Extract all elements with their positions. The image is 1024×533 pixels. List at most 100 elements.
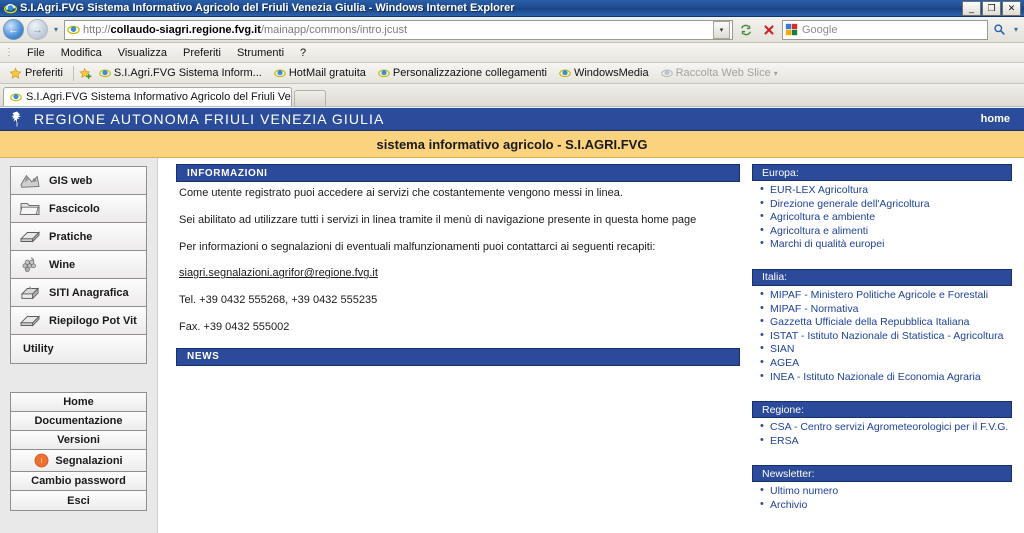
sidebar-action-label: Segnalazioni [55,454,123,467]
history-dropdown-icon[interactable]: ▾ [51,25,61,34]
address-dropdown-icon[interactable]: ▾ [713,20,730,39]
menu-item-visualizza[interactable]: Visualizza [111,46,174,60]
ie-logo-icon [4,2,17,15]
favorite-item[interactable]: Personalizzazione collegamenti [373,66,552,80]
list-item[interactable]: ERSA [760,434,1012,448]
search-placeholder: Google [802,23,838,36]
list-item[interactable]: EUR-LEX Agricoltura [760,183,1012,197]
favorites-separator [72,65,74,81]
links-sidebar: Europa: EUR-LEX Agricoltura Direzione ge… [752,158,1024,533]
sidebar-item-gis-web[interactable]: GIS web [11,167,146,195]
favorites-button[interactable]: Preferiti [4,66,68,81]
menu-item-modifica[interactable]: Modifica [54,46,109,60]
restore-button[interactable]: ❐ [982,0,1001,16]
link-label: AGEA [770,356,800,369]
list-item[interactable]: ISTAT - Istituto Nazionale di Statistica… [760,329,1012,343]
links-group-list-italia: MIPAF - Ministero Politiche Agricole e F… [752,288,1012,384]
support-phone: Tel. +39 0432 555268, +39 0432 555235 [179,294,378,306]
search-box[interactable]: Google [782,19,988,40]
info-paragraph: Per informazioni o segnalazioni di event… [179,240,656,253]
link-label: ISTAT - Istituto Nazionale di Statistica… [770,329,1004,342]
support-email-link[interactable]: siagri.segnalazioni.agrifor@regione.fvg.… [179,267,378,279]
region-name: REGIONE AUTONOMA FRIULI VENEZIA GIULIA [34,111,385,127]
sidebar-action-label: Documentazione [34,415,123,427]
sidebar-action-home[interactable]: Home [11,393,146,412]
favorite-label: S.I.Agri.FVG Sistema Inform... [113,67,262,79]
star-icon [9,67,22,80]
action-menu: Home Documentazione Versioni ! Segnalazi… [10,392,147,511]
menu-item-file[interactable]: File [20,46,52,60]
favorites-bar: Preferiti S.I.Agri.FVG Sistema Inform...… [0,63,1024,84]
ie-icon [274,67,286,79]
list-item[interactable]: Ultimo numero [760,484,1012,498]
sidebar-item-utility[interactable]: Utility [11,335,146,363]
sidebar-item-wine[interactable]: Wine [11,251,146,279]
link-label: EUR-LEX Agricoltura [770,184,869,196]
favorite-label: Personalizzazione collegamenti [392,67,547,79]
sidebar-action-cambio-password[interactable]: Cambio password [11,472,146,491]
menu-item-help[interactable]: ? [293,46,313,60]
list-item[interactable]: Marchi di qualità europei [760,237,1012,251]
sidebar-action-esci[interactable]: Esci [11,491,146,510]
sidebar-action-label: Versioni [57,434,100,446]
favorite-label: WindowsMedia [573,67,649,79]
sidebar-action-segnalazioni[interactable]: ! Segnalazioni [11,450,146,472]
menu-item-strumenti[interactable]: Strumenti [230,46,291,60]
links-group-header-regione: Regione: [752,401,1012,419]
menu-grip-handle[interactable]: ⋮ [4,47,14,58]
list-item[interactable]: CSA - Centro servizi Agrometeorologici p… [760,420,1012,434]
list-item[interactable]: Agricoltura e alimenti [760,224,1012,238]
site-header: REGIONE AUTONOMA FRIULI VENEZIA GIULIA h… [0,108,1024,131]
links-group-header-newsletter: Newsletter: [752,465,1012,483]
minimize-button[interactable]: _ [962,0,981,16]
sidebar-action-documentazione[interactable]: Documentazione [11,412,146,431]
tab-label: S.I.Agri.FVG Sistema Informativo Agricol… [26,91,292,103]
news-panel-header: NEWS [176,347,740,366]
link-label: MIPAF - Ministero Politiche Agricole e F… [770,288,989,301]
new-tab-button[interactable] [294,90,326,106]
list-item[interactable]: Archivio [760,498,1012,512]
close-button[interactable]: ✕ [1002,0,1021,16]
sidebar-item-label: Utility [23,343,54,355]
search-go-button[interactable] [991,22,1008,38]
list-item[interactable]: SIAN [760,342,1012,356]
folder-icon [18,199,42,219]
ie-icon [378,67,390,79]
links-group-heading: Regione: [762,403,805,416]
sidebar-item-label: Fascicolo [49,202,100,215]
menu-item-preferiti[interactable]: Preferiti [176,46,228,60]
favorite-item[interactable]: HotMail gratuita [269,66,371,80]
link-label: CSA - Centro servizi Agrometeorologici p… [770,421,1009,434]
tab-active[interactable]: S.I.Agri.FVG Sistema Informativo Agricol… [3,87,292,106]
favorite-item[interactable]: WindowsMedia [554,66,654,80]
list-item[interactable]: Direzione generale dell'Agricoltura [760,197,1012,211]
list-item[interactable]: AGEA [760,356,1012,370]
stop-button[interactable] [759,20,779,40]
sidebar-item-pratiche[interactable]: Pratiche [11,223,146,251]
svg-text:!: ! [41,458,43,465]
list-item[interactable]: Gazzetta Ufficiale della Repubblica Ital… [760,315,1012,329]
chevron-down-icon[interactable]: ▾ [774,69,778,78]
favorite-item-webslice[interactable]: Raccolta Web Slice ▾ [656,66,783,80]
favorite-item[interactable]: S.I.Agri.FVG Sistema Inform... [94,66,267,80]
list-item[interactable]: Agricoltura e ambiente [760,210,1012,224]
sidebar-item-fascicolo[interactable]: Fascicolo [11,195,146,223]
add-favorites-icon[interactable] [79,67,92,80]
home-link[interactable]: home [981,113,1010,125]
sidebar-item-riepilogo-pot-vit[interactable]: Riepilogo Pot Vit [11,307,146,335]
address-bar[interactable]: http://collaudo-siagri.regione.fvg.it/ma… [64,19,733,40]
sidebar-action-versioni[interactable]: Versioni [11,431,146,450]
sidebar-item-siti-anagrafica[interactable]: SITI Anagrafica [11,279,146,307]
refresh-button[interactable] [736,20,756,40]
list-item[interactable]: INEA - Istituto Nazionale di Economia Ag… [760,370,1012,384]
page-favicon-icon [67,23,80,36]
back-button[interactable]: ← [3,19,24,40]
forward-button[interactable]: → [27,19,48,40]
link-label: Agricoltura e ambiente [770,211,876,224]
list-item[interactable]: MIPAF - Normativa [760,302,1012,316]
link-label: Agricoltura e alimenti [770,224,869,237]
search-dropdown-icon[interactable]: ▾ [1011,25,1021,34]
page-content: REGIONE AUTONOMA FRIULI VENEZIA GIULIA h… [0,108,1024,533]
list-item[interactable]: MIPAF - Ministero Politiche Agricole e F… [760,288,1012,302]
address-text: http://collaudo-siagri.regione.fvg.it/ma… [83,23,408,36]
